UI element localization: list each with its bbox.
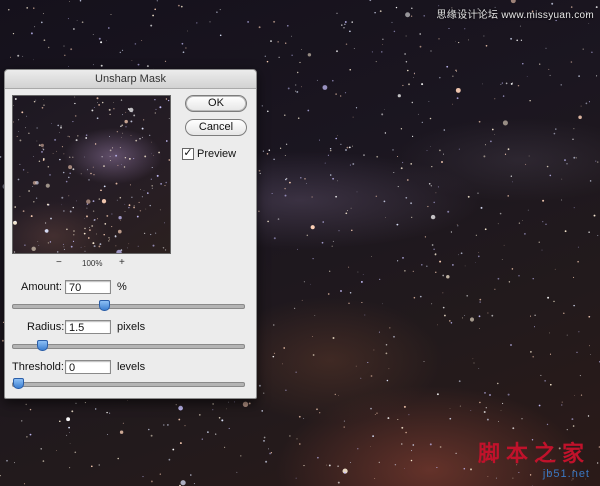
threshold-unit: levels bbox=[117, 361, 146, 373]
preview-checkbox[interactable]: ✓ Preview bbox=[182, 147, 236, 161]
zoom-out-button[interactable]: − bbox=[56, 258, 62, 268]
cancel-button[interactable]: Cancel bbox=[185, 119, 247, 136]
zoom-in-button[interactable]: + bbox=[119, 258, 125, 268]
zoom-level: 100% bbox=[82, 259, 103, 268]
preview-pane[interactable] bbox=[12, 95, 171, 254]
watermark-top: 思缘设计论坛 www.missyuan.com bbox=[436, 10, 594, 21]
amount-slider-thumb[interactable] bbox=[99, 300, 110, 311]
watermark-brand: 脚本之家 bbox=[477, 441, 590, 467]
threshold-slider-thumb[interactable] bbox=[13, 378, 24, 389]
preview-stars bbox=[13, 96, 170, 253]
watermark-bottom: 脚本之家 jb51.net bbox=[478, 436, 590, 480]
radius-unit: pixels bbox=[117, 321, 146, 333]
radius-label: Radius: bbox=[27, 321, 65, 333]
zoom-controls: − 100% + bbox=[12, 258, 169, 270]
amount-label: Amount: bbox=[21, 281, 62, 293]
threshold-input[interactable]: 0 bbox=[65, 360, 111, 374]
amount-unit: % bbox=[117, 281, 127, 293]
amount-input[interactable]: 70 bbox=[65, 280, 111, 294]
amount-slider[interactable] bbox=[12, 300, 245, 311]
threshold-label: Threshold: bbox=[12, 361, 64, 373]
ok-button[interactable]: OK bbox=[185, 95, 247, 112]
checkbox-icon[interactable]: ✓ bbox=[182, 148, 194, 160]
watermark-url: jb51.net bbox=[542, 468, 590, 480]
dialog-title: Unsharp Mask bbox=[5, 70, 256, 89]
radius-input[interactable]: 1.5 bbox=[65, 320, 111, 334]
radius-slider-thumb[interactable] bbox=[37, 340, 48, 351]
threshold-slider[interactable] bbox=[12, 378, 245, 389]
preview-label: Preview bbox=[197, 148, 237, 160]
radius-slider[interactable] bbox=[12, 340, 245, 351]
unsharp-mask-dialog: Unsharp Mask − 100% + OK Cancel ✓ Previe… bbox=[4, 69, 257, 399]
